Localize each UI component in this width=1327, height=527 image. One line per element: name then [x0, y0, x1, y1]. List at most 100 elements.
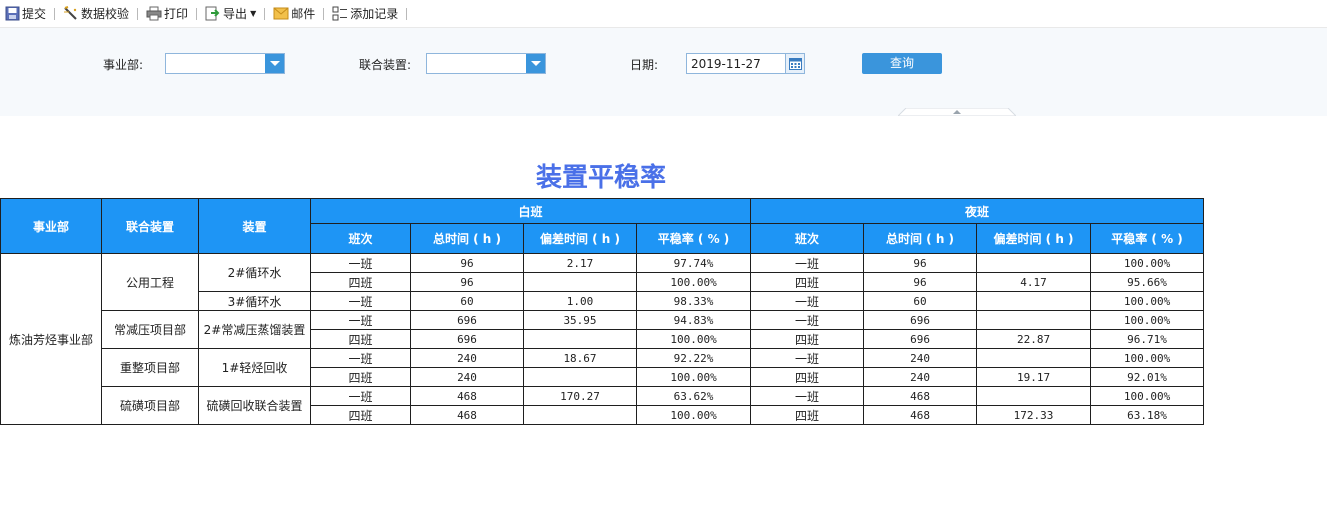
day-shift-cell: 四班	[310, 367, 411, 387]
unit-cell: 硫磺项目部	[101, 386, 199, 425]
table-row: 炼油芳烃事业部 公用工程 2#循环水 一班 96 2.17 97.74% 一班 …	[0, 253, 1205, 425]
day-total-cell: 96	[410, 272, 524, 292]
night-rate-cell: 92.01%	[1090, 367, 1205, 387]
header-night-shift: 夜班	[750, 198, 1205, 224]
add-record-button[interactable]: 添加记录	[329, 4, 401, 24]
day-rate-cell: 97.74%	[635, 253, 752, 273]
toolbar-separator	[406, 7, 408, 20]
unit-cell: 常减压项目部	[101, 310, 199, 349]
day-total-cell: 240	[410, 367, 524, 387]
division-select[interactable]	[165, 53, 285, 74]
day-total-cell: 96	[410, 253, 524, 273]
day-shift-cell: 四班	[310, 272, 411, 292]
day-shift-cell: 一班	[310, 386, 411, 406]
query-button[interactable]: 查询	[862, 53, 942, 74]
night-rate-cell: 96.71%	[1090, 329, 1205, 349]
toolbar-separator	[323, 7, 325, 20]
dropdown-arrow-icon[interactable]	[526, 54, 545, 73]
day-rate-cell: 100.00%	[635, 329, 752, 349]
table-row: 硫磺项目部 硫磺回收联合装置 一班 468 170.27 63.62% 一班 4…	[1, 386, 1205, 425]
unit-select[interactable]	[426, 53, 546, 74]
header-unit: 联合装置	[101, 198, 199, 254]
date-value: 2019-11-27	[691, 57, 761, 71]
calendar-icon[interactable]	[785, 54, 804, 73]
header-total-time: 总时间 ( h )	[410, 223, 524, 254]
night-shift-cell: 一班	[750, 253, 865, 273]
night-shift-cell: 一班	[750, 310, 865, 330]
night-shift-cell: 四班	[750, 272, 865, 292]
day-shift-cell: 四班	[310, 405, 411, 425]
day-rate-cell: 63.62%	[635, 386, 752, 406]
day-total-cell: 468	[410, 386, 524, 406]
night-total-cell: 96	[863, 272, 978, 292]
toolbar: 提交 数据校验 打印 导出 ▼ 邮件 添加记录	[0, 0, 1327, 28]
day-rate-cell: 100.00%	[635, 272, 752, 292]
device-cell: 1#轻烃回收	[198, 348, 311, 387]
day-total-cell: 696	[410, 329, 524, 349]
export-button[interactable]: 导出 ▼	[202, 4, 259, 24]
night-shift-cell: 一班	[750, 291, 865, 311]
division-cell: 炼油芳烃事业部	[0, 253, 102, 425]
night-total-cell: 240	[863, 367, 978, 387]
day-rate-cell: 100.00%	[635, 405, 752, 425]
night-rate-cell: 100.00%	[1090, 348, 1205, 368]
print-icon	[146, 6, 162, 21]
add-record-icon	[332, 6, 348, 21]
day-rate-cell: 92.22%	[635, 348, 752, 368]
day-rate-cell: 98.33%	[635, 291, 752, 311]
unit-cell: 公用工程	[101, 253, 199, 311]
header-shift: 班次	[750, 223, 865, 254]
submit-label: 提交	[22, 7, 47, 21]
day-total-cell: 60	[410, 291, 524, 311]
toolbar-separator	[54, 7, 56, 20]
day-deviation-cell: 35.95	[523, 310, 637, 330]
print-button[interactable]: 打印	[143, 4, 191, 24]
add-record-label: 添加记录	[350, 7, 399, 21]
night-total-cell: 96	[863, 253, 978, 273]
night-rate-cell: 100.00%	[1090, 310, 1205, 330]
night-rate-cell: 63.18%	[1090, 405, 1205, 425]
toolbar-separator	[196, 7, 198, 20]
day-shift-cell: 一班	[310, 348, 411, 368]
mail-icon	[273, 7, 289, 20]
dropdown-arrow-icon[interactable]	[265, 54, 284, 73]
header-day-shift: 白班	[309, 198, 752, 224]
division-label: 事业部:	[103, 58, 144, 72]
night-total-cell: 696	[863, 310, 978, 330]
header-rate: 平稳率 ( % )	[635, 223, 752, 254]
submit-button[interactable]: 提交	[2, 4, 49, 24]
night-shift-cell: 四班	[750, 329, 865, 349]
day-deviation-cell: 2.17	[523, 253, 637, 273]
validate-button[interactable]: 数据校验	[60, 4, 132, 24]
print-label: 打印	[164, 7, 189, 21]
mail-button[interactable]: 邮件	[270, 4, 318, 24]
night-deviation-cell	[976, 291, 1092, 311]
validate-label: 数据校验	[81, 7, 130, 21]
header-rate: 平稳率 ( % )	[1090, 223, 1205, 254]
report-table: 事业部 联合装置 装置 白班 夜班 班次 总时间 ( h ) 偏差时间 ( h …	[0, 198, 1205, 425]
date-label: 日期:	[630, 58, 659, 72]
day-total-cell: 468	[410, 405, 524, 425]
day-shift-cell: 一班	[310, 310, 411, 330]
toolbar-separator	[137, 7, 139, 20]
unit-label: 联合装置:	[359, 58, 412, 72]
day-deviation-cell	[523, 329, 637, 349]
header-device: 装置	[198, 198, 311, 254]
filter-panel: 事业部: 联合装置: 日期: 2019-11-27 查询	[0, 28, 1327, 116]
night-deviation-cell: 172.33	[976, 405, 1092, 425]
device-cell: 硫磺回收联合装置	[198, 386, 311, 425]
night-total-cell: 468	[863, 386, 978, 406]
night-total-cell: 696	[863, 329, 978, 349]
unit-cell: 重整项目部	[101, 348, 199, 387]
toolbar-separator	[264, 7, 266, 20]
header-deviation-time: 偏差时间 ( h )	[976, 223, 1092, 254]
export-label: 导出	[223, 7, 248, 21]
save-icon	[5, 6, 20, 21]
collapse-panel-icon[interactable]	[898, 108, 1016, 116]
device-cell: 3#循环水	[198, 291, 311, 311]
date-field[interactable]: 2019-11-27	[686, 53, 805, 74]
night-shift-cell: 四班	[750, 367, 865, 387]
day-deviation-cell: 1.00	[523, 291, 637, 311]
night-shift-cell: 四班	[750, 405, 865, 425]
night-deviation-cell	[976, 253, 1092, 273]
